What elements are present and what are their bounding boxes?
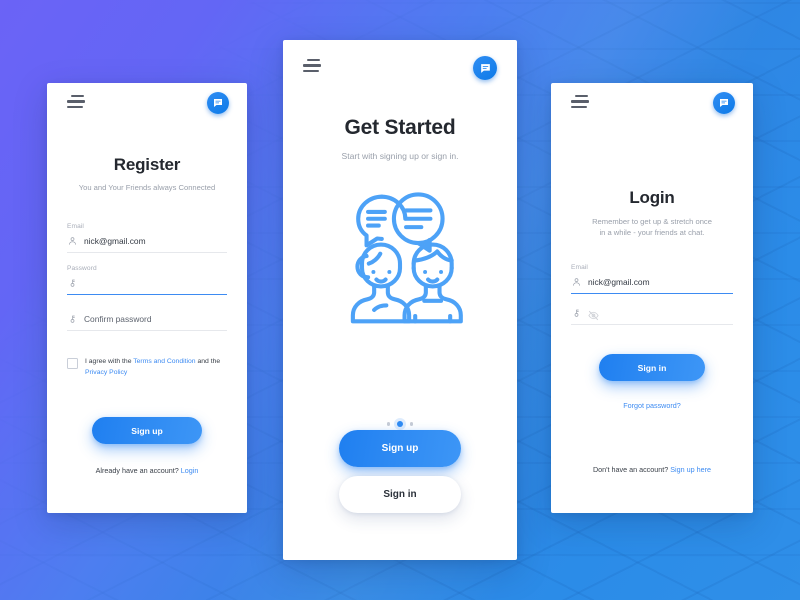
key-lock-icon — [571, 307, 581, 319]
page-subtitle: You and Your Friends always Connected — [78, 183, 216, 192]
chat-bubble-logo-icon[interactable] — [713, 92, 735, 114]
pagination-dot-1[interactable] — [386, 422, 390, 426]
terms-and-condition-link[interactable]: Terms and Condition — [133, 358, 195, 365]
register-footer: Already have an account? Login — [47, 466, 247, 475]
password-field-label: Password — [67, 265, 97, 272]
eye-off-icon[interactable] — [588, 308, 599, 320]
app-mockup-stage: Register You and Your Friends always Con… — [0, 0, 800, 600]
password-field-underline — [571, 324, 733, 325]
email-field[interactable]: Email nick@gmail.com — [571, 264, 733, 295]
email-field-value: nick@gmail.com — [84, 236, 146, 246]
terms-checkbox[interactable] — [67, 358, 78, 369]
pagination-dot-2[interactable] — [397, 421, 403, 427]
person-outline-icon — [571, 276, 581, 288]
login-footer-text: Don't have an account? — [592, 465, 671, 474]
page-title: Get Started — [344, 116, 456, 139]
password-field[interactable]: Password •••••••• — [67, 265, 227, 296]
key-lock-icon — [67, 277, 77, 289]
page-title: Login — [629, 188, 675, 207]
page-subtitle: Remember to get up & stretch once in a wh… — [551, 216, 753, 238]
get-started-screen-card: Get Started Start with signing up or sig… — [283, 40, 517, 560]
register-footer-text: Already have an account? — [95, 466, 181, 475]
register-topbar — [47, 83, 247, 125]
chat-bubble-logo-icon[interactable] — [207, 92, 229, 114]
email-field-label: Email — [67, 223, 84, 230]
confirm-password-underline — [67, 330, 227, 331]
signup-button[interactable]: Sign up — [92, 417, 202, 444]
chat-bubble-logo-icon[interactable] — [473, 56, 497, 80]
terms-agreement-text: I agree with the Terms and Condition and… — [85, 357, 231, 378]
login-footer: Don't have an account? Sign up here — [551, 465, 753, 474]
confirm-password-placeholder: Confirm password — [84, 314, 152, 324]
confirm-password-field[interactable]: Confirm password — [67, 313, 227, 331]
signup-button[interactable]: Sign up — [339, 430, 461, 467]
email-field[interactable]: Email nick@gmail.com — [67, 223, 227, 253]
get-started-topbar — [283, 40, 517, 82]
signup-here-link[interactable]: Sign up here — [670, 465, 711, 474]
terms-agreement-row: I agree with the Terms and Condition and… — [67, 357, 231, 378]
key-lock-icon — [67, 313, 77, 325]
signin-button[interactable]: Sign in — [339, 476, 461, 513]
forgot-password-link[interactable]: Forgot password? — [551, 401, 753, 410]
signin-button[interactable]: Sign in — [599, 354, 705, 381]
carousel-pagination-dots[interactable] — [283, 421, 517, 427]
password-field-underline — [67, 294, 227, 296]
pagination-dot-3[interactable] — [410, 422, 414, 426]
password-field[interactable]: •••••••• — [571, 307, 733, 325]
terms-prefix: I agree with the — [85, 358, 134, 365]
email-field-label: Email — [571, 264, 588, 271]
privacy-policy-link[interactable]: Privacy Policy — [85, 369, 127, 376]
login-topbar — [551, 83, 753, 125]
email-field-value: nick@gmail.com — [588, 277, 650, 287]
page-subtitle-line2: in a while - your friends at chat. — [599, 228, 705, 237]
two-people-chatting-illustration — [283, 180, 517, 332]
page-subtitle: Start with signing up or sign in. — [341, 151, 459, 161]
login-screen-card: Login Remember to get up & stretch once i… — [551, 83, 753, 513]
register-screen-card: Register You and Your Friends always Con… — [47, 83, 247, 513]
hamburger-menu-icon[interactable] — [303, 59, 322, 75]
page-subtitle-line1: Remember to get up & stretch once — [592, 217, 712, 226]
login-link[interactable]: Login — [181, 466, 199, 475]
hamburger-menu-icon[interactable] — [571, 95, 589, 111]
terms-middle: and the — [195, 358, 221, 365]
person-outline-icon — [67, 235, 77, 247]
page-title: Register — [113, 155, 181, 174]
email-field-underline — [67, 252, 227, 253]
hamburger-menu-icon[interactable] — [67, 95, 85, 111]
email-field-underline — [571, 293, 733, 295]
